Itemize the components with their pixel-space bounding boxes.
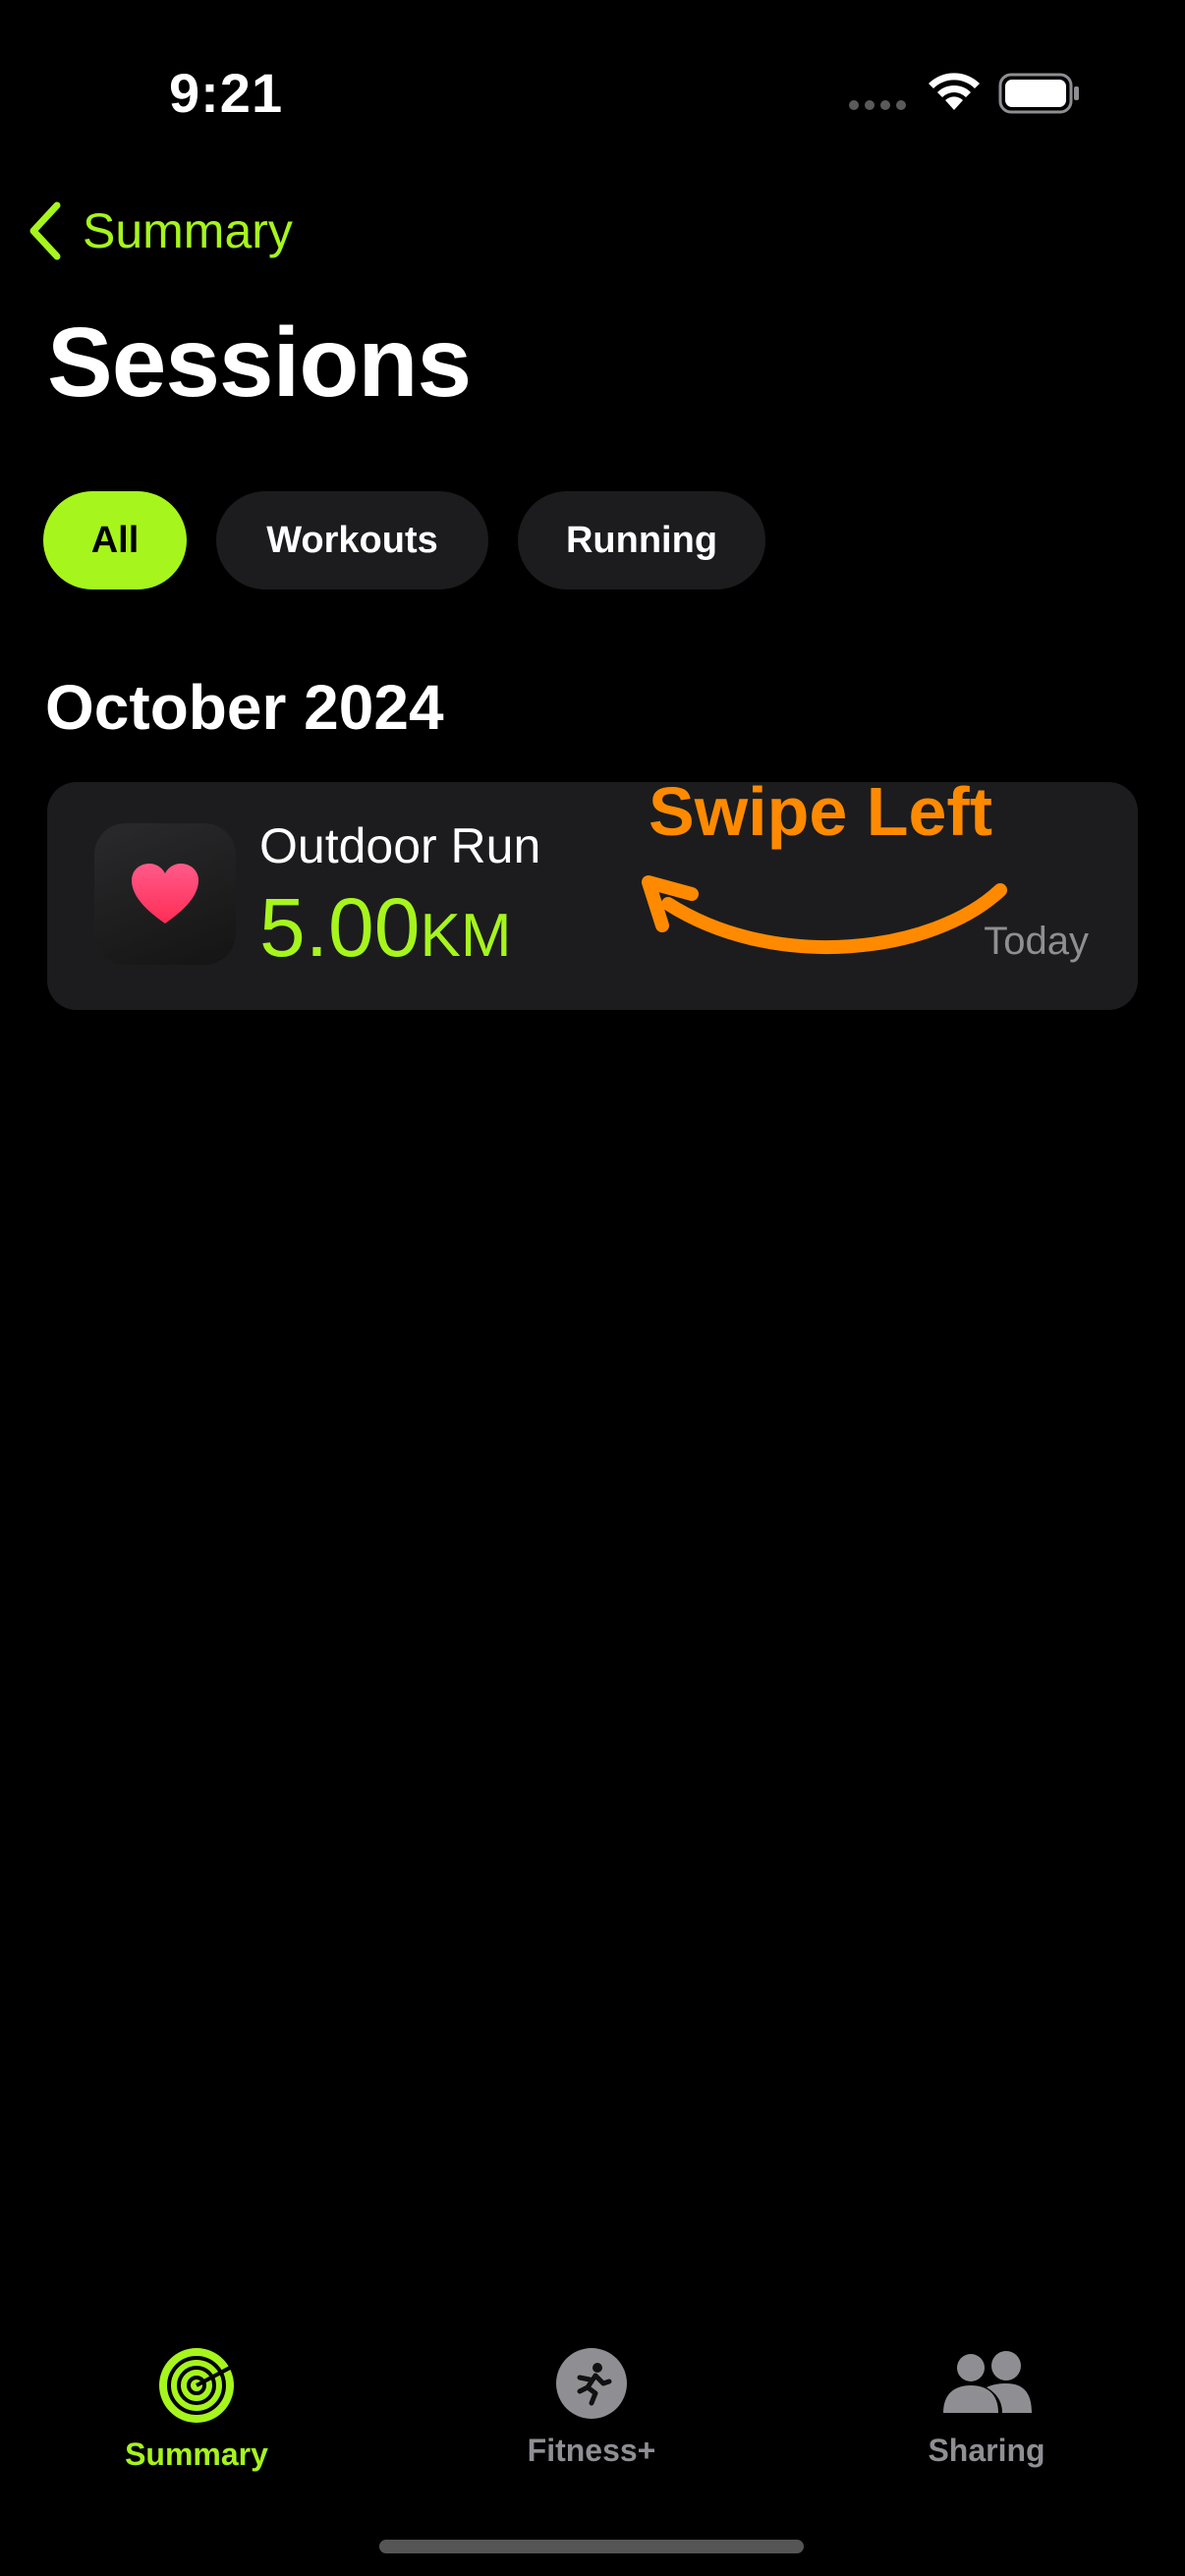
page-title: Sessions bbox=[47, 308, 472, 418]
tab-sharing-label: Sharing bbox=[928, 2433, 1045, 2468]
app-icon bbox=[94, 823, 236, 965]
filter-chip-running[interactable]: Running bbox=[518, 491, 765, 589]
distance-value: 5.00KM bbox=[259, 880, 512, 983]
tab-summary-label: Summary bbox=[125, 2436, 268, 2472]
tab-bar: Summary Fitness+ Sharing bbox=[0, 2319, 1185, 2576]
back-button[interactable]: Summary bbox=[22, 196, 293, 265]
cellular-signal-icon bbox=[849, 100, 908, 114]
workout-name: Outdoor Run bbox=[259, 818, 541, 873]
runner-icon bbox=[556, 2348, 627, 2419]
filter-chip-workouts[interactable]: Workouts bbox=[216, 491, 488, 589]
status-bar: 9:21 bbox=[0, 0, 1185, 187]
filter-chips: All Workouts Running bbox=[43, 491, 765, 589]
home-indicator[interactable] bbox=[379, 2540, 804, 2553]
chevron-left-icon bbox=[22, 196, 69, 265]
people-icon bbox=[943, 2351, 1032, 2413]
activity-rings-icon bbox=[159, 2348, 234, 2423]
swipe-annotation-label: Swipe Left bbox=[649, 773, 993, 850]
distance-unit: KM bbox=[420, 902, 512, 970]
status-time: 9:21 bbox=[169, 62, 284, 124]
tab-fitness-plus[interactable]: Fitness+ bbox=[474, 2348, 709, 2469]
wifi-icon bbox=[929, 73, 980, 110]
section-header: October 2024 bbox=[45, 672, 444, 743]
battery-icon bbox=[998, 73, 1079, 114]
heart-icon bbox=[132, 864, 198, 924]
tab-fitness-plus-label: Fitness+ bbox=[527, 2433, 656, 2468]
tab-sharing[interactable]: Sharing bbox=[869, 2348, 1104, 2469]
filter-chip-all[interactable]: All bbox=[43, 491, 187, 589]
tab-summary[interactable]: Summary bbox=[79, 2348, 314, 2473]
swipe-arrow-icon bbox=[642, 875, 1007, 955]
distance-number: 5.00 bbox=[259, 881, 421, 974]
back-label: Summary bbox=[83, 203, 293, 258]
